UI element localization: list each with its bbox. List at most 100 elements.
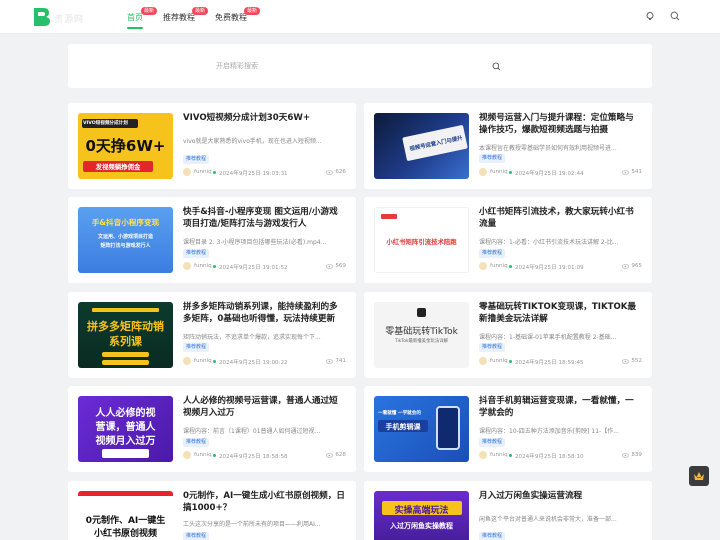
thumb-line: 拼多多矩阵动销 (87, 320, 164, 333)
search-bar (68, 44, 652, 88)
eye-icon (326, 359, 333, 364)
post-date: 2024年9月25日 19:02:44 (515, 171, 584, 177)
avatar[interactable] (479, 357, 487, 365)
post-card[interactable]: 小红书矩阵引流技术陪跑 小红书矩阵引流技术，教大家玩转小红书流量 课程内容：1-… (364, 197, 652, 283)
avatar[interactable] (479, 262, 487, 270)
status-dot (509, 360, 512, 363)
post-card[interactable]: 一看就懂 一学就会的 手机剪辑课 抖音手机剪辑运营变现课，一看就懂，一学就会的 … (364, 386, 652, 472)
thumb-line: 矩阵打法与游戏发行人 (100, 243, 151, 249)
post-thumbnail[interactable]: 拼多多矩阵动销 系列课 (78, 302, 173, 368)
post-category-tag[interactable]: 推荐教程 (479, 438, 506, 447)
avatar[interactable] (183, 262, 191, 270)
post-card[interactable]: 拼多多矩阵动销 系列课 拼多多矩阵动销系列课，能持续盈利的多多矩阵，0基础也听得… (68, 292, 356, 378)
post-thumbnail[interactable]: 小红书矩阵引流技术陪跑 (374, 207, 469, 273)
post-title[interactable]: VIVO短视频分成计划30天6W+ (183, 112, 346, 124)
post-author[interactable]: funniq (194, 263, 212, 269)
post-card[interactable]: 视频号运营入门与提升 视频号运营入门与提升课程：定位策略与操作技巧，爆款短视频选… (364, 103, 652, 189)
post-author[interactable]: funniq (490, 452, 508, 458)
eye-icon (326, 264, 333, 269)
search-input[interactable] (216, 60, 506, 72)
avatar[interactable] (183, 357, 191, 365)
theme-toggle-icon[interactable] (645, 11, 655, 21)
site-logo[interactable] (34, 8, 50, 26)
post-date: 2024年9月25日 18:58:58 (219, 454, 288, 460)
eye-icon (622, 170, 629, 175)
post-thumbnail[interactable]: 手&抖音小程序变现 文运用、小游戏项目打造 矩阵打法与游戏发行人 (78, 207, 173, 273)
post-views: 626 (335, 169, 346, 175)
post-title[interactable]: 拼多多矩阵动销系列课，能持续盈利的多多矩阵，0基础也听得懂，玩法持续更新 (183, 301, 346, 325)
post-card[interactable]: 零基础玩转TikTok TikTok最新撸美金玩法详解 零基础玩转TIKTOK变… (364, 292, 652, 378)
post-thumbnail[interactable]: 视频号运营入门与提升 (374, 113, 469, 179)
post-date: 2024年9月25日 19:01:52 (219, 265, 288, 271)
thumb-line: 零基础玩转TikTok (385, 327, 458, 337)
post-author[interactable]: funniq (194, 452, 212, 458)
post-author[interactable]: funniq (490, 169, 508, 175)
post-views: 628 (335, 452, 346, 458)
avatar[interactable] (183, 451, 191, 459)
logo-text: 资源网 (54, 15, 85, 25)
post-excerpt: 课程目录 2. 3-小程序项目包括哪些玩法(必看).mp4... (183, 239, 327, 246)
post-thumbnail[interactable]: VIVO短视频分成计划 0天挣6W+ 发视频躺挣佣金 (78, 113, 173, 179)
post-author[interactable]: funniq (194, 169, 212, 175)
post-category-tag[interactable]: 推荐教程 (183, 155, 210, 164)
post-thumbnail[interactable]: 一看就懂 一学就会的 手机剪辑课 (374, 396, 469, 462)
post-thumbnail[interactable]: 0元制作、AI一键生 小红书原创视频 (78, 491, 173, 540)
post-author[interactable]: funniq (490, 263, 508, 269)
nav-home[interactable]: 首页 最新 (127, 7, 158, 23)
post-thumbnail[interactable]: 人人必修的视 营课，普通人 视频月入过万 (78, 396, 173, 462)
avatar[interactable] (479, 168, 487, 176)
post-card[interactable]: 实操高端玩法 入过万闲鱼实操教程 月入过万闲鱼实操运营流程 闲鱼这个平台对普通人… (364, 481, 652, 540)
post-card[interactable]: 手&抖音小程序变现 文运用、小游戏项目打造 矩阵打法与游戏发行人 快手&抖音-小… (68, 197, 356, 283)
post-title[interactable]: 月入过万闲鱼实操运营流程 (479, 490, 642, 502)
status-dot (213, 360, 216, 363)
post-views: 552 (631, 358, 642, 364)
post-category-tag[interactable]: 推荐教程 (183, 532, 210, 540)
status-dot (509, 454, 512, 457)
thumb-line: 手&抖音小程序变现 (91, 218, 160, 227)
post-excerpt: 课程内容：10-四五种方法添加音乐[剪映] 11-【作... (479, 428, 619, 435)
post-category-tag[interactable]: 推荐教程 (479, 343, 506, 352)
crown-icon (694, 472, 704, 480)
eye-icon (622, 264, 629, 269)
post-meta: funniq 2024年9月25日 18:58:58 628 (183, 451, 346, 460)
nav-recommended-label: 推荐教程 (163, 13, 195, 22)
thumb-line: 视频月入过万 (95, 436, 156, 447)
vip-float-button[interactable] (689, 466, 709, 486)
thumb-line: 0元制作、AI一键生 (85, 516, 166, 526)
post-thumbnail[interactable]: 实操高端玩法 入过万闲鱼实操教程 (374, 491, 469, 540)
search-submit-icon[interactable] (492, 62, 501, 71)
post-excerpt: 本课程旨在教授零基础学员如何有效利用视频号进... (479, 145, 617, 152)
thumb-line: 0天挣6W+ (85, 137, 166, 155)
post-title[interactable]: 小红书矩阵引流技术，教大家玩转小红书流量 (479, 206, 642, 230)
post-thumbnail[interactable]: 零基础玩转TikTok TikTok最新撸美金玩法详解 (374, 302, 469, 368)
post-category-tag[interactable]: 推荐教程 (183, 343, 210, 352)
post-title[interactable]: 视频号运营入门与提升课程：定位策略与操作技巧，爆款短视频选题与拍摄 (479, 112, 642, 136)
post-category-tag[interactable]: 推荐教程 (479, 154, 506, 163)
post-title[interactable]: 人人必修的视频号运营课，普通人通过短视频月入过万 (183, 395, 346, 419)
post-excerpt: 课程内容：1-基础课-01苹果手机配置教程 2-基础... (479, 334, 617, 341)
post-title[interactable]: 0元制作，AI一键生成小红书原创视频，日搞1000+？ (183, 490, 346, 514)
search-icon[interactable] (670, 11, 680, 21)
post-title[interactable]: 快手&抖音-小程序变现 图文运用/小游戏项目打造/矩阵打法与游戏发行人 (183, 206, 346, 230)
nav-free-label: 免费教程 (215, 13, 247, 22)
post-category-tag[interactable]: 推荐教程 (183, 249, 210, 258)
post-meta: funniq 2024年9月25日 19:03:31 626 (183, 168, 346, 177)
post-author[interactable]: funniq (490, 358, 508, 364)
avatar[interactable] (183, 168, 191, 176)
nav-recommended[interactable]: 推荐教程 最新 (163, 7, 209, 23)
post-category-tag[interactable]: 推荐教程 (479, 532, 506, 540)
post-category-tag[interactable]: 推荐教程 (183, 438, 210, 447)
avatar[interactable] (479, 451, 487, 459)
post-card[interactable]: 人人必修的视 营课，普通人 视频月入过万 人人必修的视频号运营课，普通人通过短视… (68, 386, 356, 472)
post-category-tag[interactable]: 推荐教程 (479, 249, 506, 258)
post-title[interactable]: 抖音手机剪辑运营变现课，一看就懂，一学就会的 (479, 395, 642, 419)
nav-free[interactable]: 免费教程 最新 (215, 7, 261, 23)
post-author[interactable]: funniq (194, 358, 212, 364)
post-card[interactable]: VIVO短视频分成计划 0天挣6W+ 发视频躺挣佣金 VIVO短视频分成计划30… (68, 103, 356, 189)
post-meta: funniq 2024年9月25日 18:59:45 552 (479, 357, 642, 366)
post-date: 2024年9月25日 18:59:45 (515, 360, 584, 366)
post-card[interactable]: 0元制作、AI一键生 小红书原创视频 0元制作，AI一键生成小红书原创视频，日搞… (68, 481, 356, 540)
post-title[interactable]: 零基础玩转TIKTOK变现课，TIKTOK最新撸美金玩法详解 (479, 301, 642, 325)
post-date: 2024年9月25日 19:03:31 (219, 171, 288, 177)
thumb-line: 一看就懂 一学就会的 (378, 411, 421, 416)
